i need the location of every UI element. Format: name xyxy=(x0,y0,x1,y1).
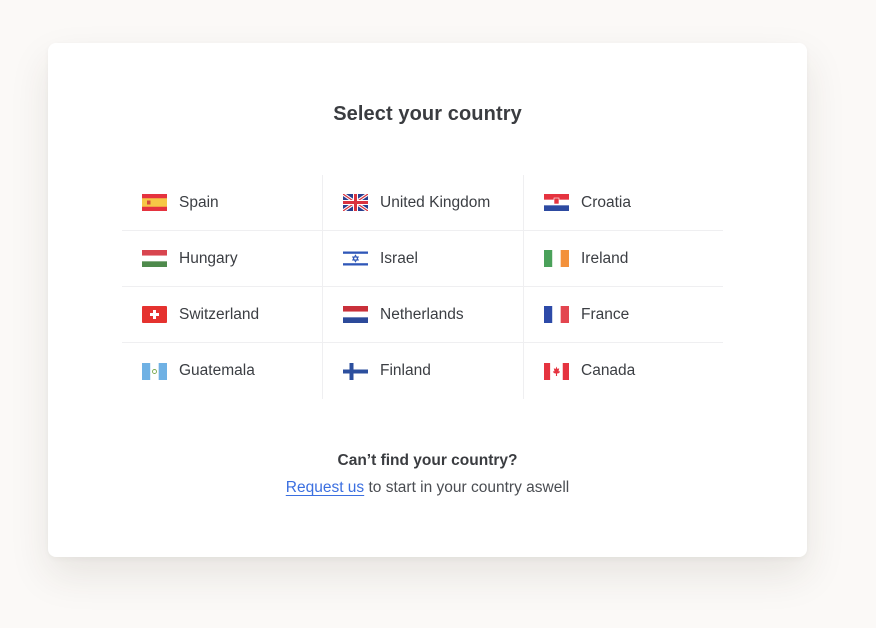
finland-flag-icon xyxy=(343,362,368,380)
hungary-flag-icon xyxy=(142,250,167,267)
france-flag-icon xyxy=(544,306,569,323)
country-option-guatemala[interactable]: Guatemala xyxy=(122,343,322,399)
country-option-israel[interactable]: Israel xyxy=(322,231,523,287)
spain-flag-icon xyxy=(142,194,167,211)
netherlands-flag-icon xyxy=(343,306,368,323)
country-label: France xyxy=(581,305,630,323)
page-title: Select your country xyxy=(333,103,522,125)
country-option-hungary[interactable]: Hungary xyxy=(122,231,322,287)
request-us-link[interactable]: Request us xyxy=(286,479,364,496)
canada-flag-icon xyxy=(544,362,569,380)
country-option-france[interactable]: France xyxy=(523,287,723,343)
united-kingdom-flag-icon xyxy=(343,194,368,211)
country-option-canada[interactable]: Canada xyxy=(523,343,723,399)
israel-flag-icon xyxy=(343,250,368,267)
country-option-croatia[interactable]: Croatia xyxy=(523,175,723,231)
country-label: Finland xyxy=(380,362,431,379)
ireland-flag-icon xyxy=(544,250,569,267)
country-label: Netherlands xyxy=(380,305,464,323)
request-country-line: Request us to start in your country aswe… xyxy=(48,479,807,497)
guatemala-flag-icon xyxy=(142,362,167,380)
country-option-finland[interactable]: Finland xyxy=(322,343,523,399)
country-label: Ireland xyxy=(581,249,629,267)
request-country-suffix: to start in your country aswell xyxy=(364,479,570,496)
country-label: Guatemala xyxy=(179,362,255,379)
country-option-ireland[interactable]: Ireland xyxy=(523,231,723,287)
croatia-flag-icon xyxy=(544,194,569,211)
country-label: United Kingdom xyxy=(380,193,491,211)
country-selection-card: Select your country Spain United Kingdom xyxy=(48,43,807,557)
country-label: Switzerland xyxy=(179,305,260,323)
switzerland-flag-icon xyxy=(142,306,167,323)
country-option-united-kingdom[interactable]: United Kingdom xyxy=(322,175,523,231)
country-option-switzerland[interactable]: Switzerland xyxy=(122,287,322,343)
country-label: Hungary xyxy=(179,249,238,267)
country-label: Israel xyxy=(380,249,418,267)
country-grid: Spain United Kingdom Croatia Hungary Isr… xyxy=(122,175,723,399)
country-option-spain[interactable]: Spain xyxy=(122,175,322,231)
country-label: Canada xyxy=(581,362,636,379)
country-label: Spain xyxy=(179,193,219,211)
missing-country-question: Can’t find your country? xyxy=(337,452,518,469)
country-label: Croatia xyxy=(581,193,631,211)
country-option-netherlands[interactable]: Netherlands xyxy=(322,287,523,343)
